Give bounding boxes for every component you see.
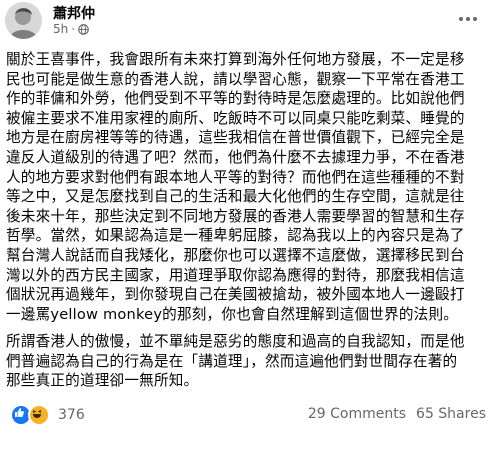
text-line: 們普遍認為自己的行為是在「講道理」，然而這遍他們對世間存在著的 (6, 352, 458, 370)
text-line: 民也可能是做生意的香港人說，請以學習心態，觀察一下平常在香港工 (6, 70, 465, 88)
post-stats: 29 Comments 65 Shares (308, 406, 486, 422)
reactions-summary[interactable]: 376 (10, 404, 85, 426)
text-line: 等之中，又是怎麼找到自己的生活和最大化他們的生存空間，這就是往 (6, 188, 465, 206)
more-dot (459, 17, 463, 21)
text-line: 後未來十年，那些決定到不同地方發展的香港人需要學習的智慧和生存 (6, 207, 465, 225)
post-header: 蕭邦仲 5h · (0, 0, 499, 42)
reaction-count: 376 (58, 407, 85, 423)
more-dot (473, 17, 477, 21)
author-name[interactable]: 蕭邦仲 (53, 3, 95, 23)
more-options-icon[interactable] (450, 8, 486, 30)
text-line: 關於王喜事件，我會跟所有未來打算到海外任何地方發展，不一定是移 (6, 51, 465, 68)
post-timestamp[interactable]: 5h (53, 22, 68, 36)
post-meta: 5h · (53, 22, 89, 36)
text-line: 人的地方要求對他們有跟本地人平等的對待？而他們在這些種種的不對 (6, 168, 465, 186)
text-line: 作的菲傭和外勞，他們受到不平等的對待時是怎麼處理的。比如說他們 (6, 90, 465, 108)
text-line: 一邊罵yellow monkey的那刻，你也會自然理解到這個世界的法則。 (6, 305, 459, 323)
text-line: 違反人道級別的待遇了吧？然而，他們為什麼不去據理力爭，不在香港 (6, 148, 465, 166)
text-line: 那些真正的道理卻一無所知。 (6, 372, 199, 390)
text-line: 個狀況再過幾年，到你發現自己在美國被搶劫，被外國本地人一邊毆打 (6, 286, 465, 304)
more-dot (466, 17, 470, 21)
post-paragraph-1: 關於王喜事件，我會跟所有未來打算到海外任何地方發展，不一定是移 民也可能是做生意… (6, 50, 484, 324)
shares-count-link[interactable]: 65 Shares (416, 406, 486, 422)
facebook-post: 蕭邦仲 5h · 關於王喜事件，我會跟所有未來打算到海外任何地方發展，不一定是移… (0, 0, 499, 450)
globe-icon[interactable] (78, 23, 89, 35)
haha-icon (28, 404, 50, 426)
comments-count-link[interactable]: 29 Comments (308, 406, 406, 422)
meta-separator: · (71, 22, 76, 36)
text-line: 幫台灣人說話而自我矮化，那麼你也可以選擇不這麼做，選擇移民到台 (6, 246, 465, 264)
text-line: 所謂香港人的傲慢，並不單純是惡劣的態度和過高的自我認知，而是他 (6, 333, 465, 350)
post-paragraph-2: 所謂香港人的傲慢，並不單純是惡劣的態度和過高的自我認知，而是他 們普遍認為自己的… (6, 332, 484, 391)
text-line: 哲學。當然，如果認為這是一種卑躬屈膝，認為我以上的內容只是為了 (6, 227, 465, 245)
avatar-image (5, 2, 42, 39)
text-line: 灣以外的西方民主國家，用道理爭取你認為應得的對待，那麼我相信這 (6, 266, 465, 284)
text-line: 地方是在廚房裡等等的待遇，這些我相信在普世價值觀下，已經完全是 (6, 129, 465, 147)
post-footer: 376 29 Comments 65 Shares (0, 398, 499, 432)
author-avatar[interactable] (5, 2, 42, 39)
text-line: 被僱主要求不准用家裡的廁所、吃飯時不可以同桌只能吃剩菜、睡覺的 (6, 109, 465, 127)
